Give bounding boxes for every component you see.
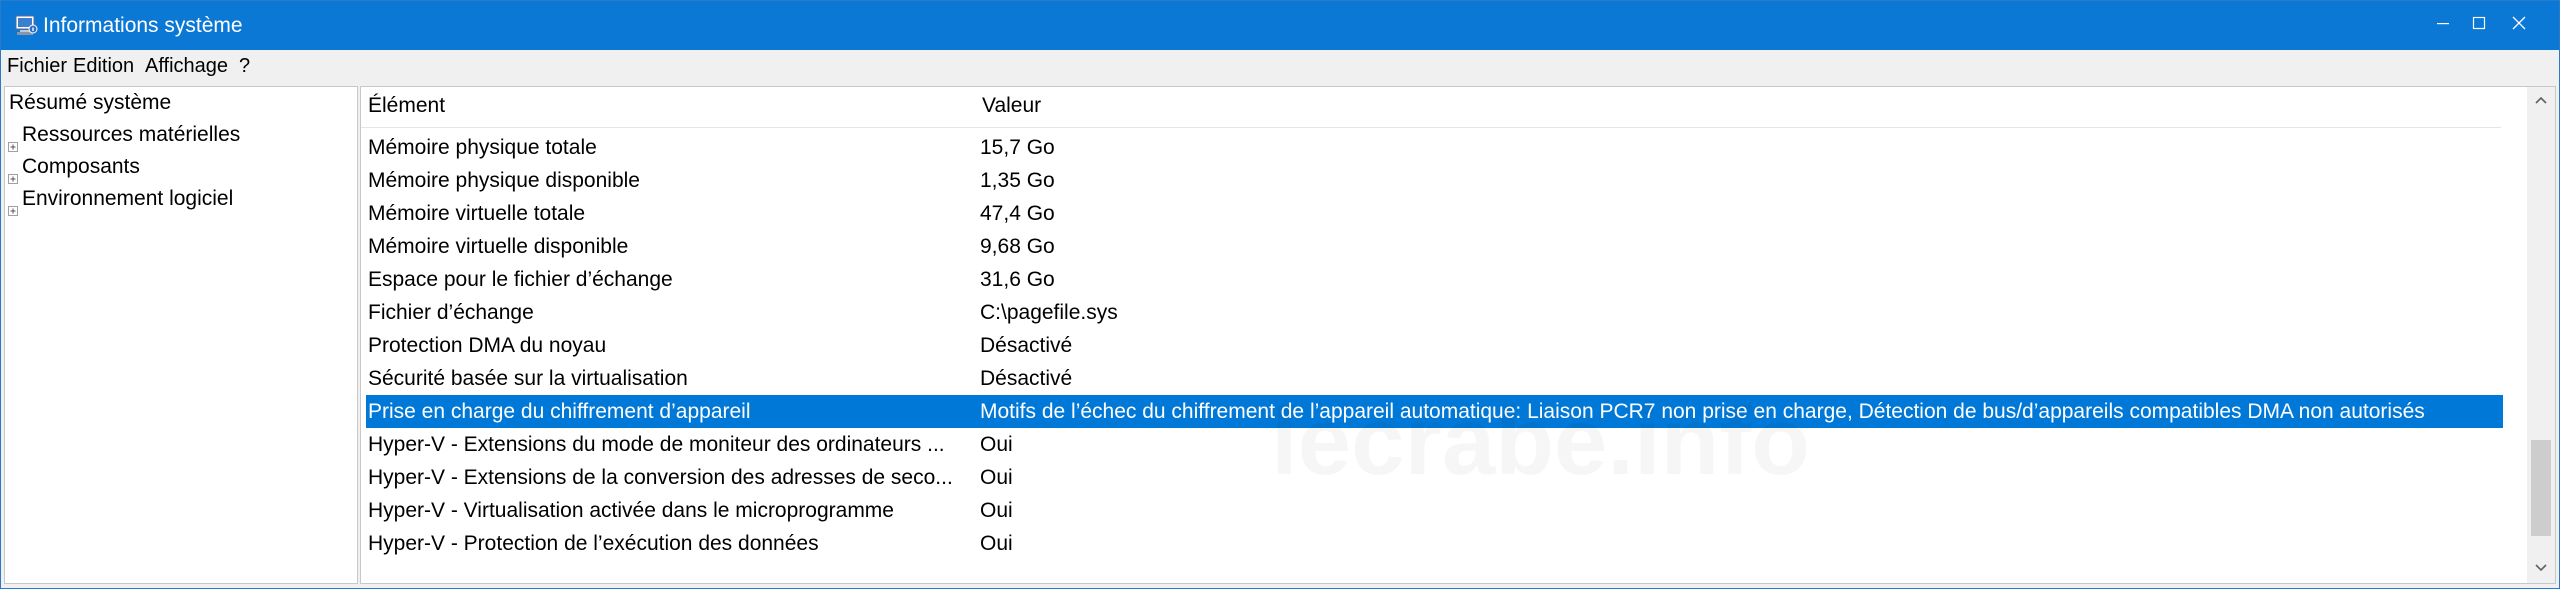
- tree-item-hardware-resources[interactable]: Ressources matérielles: [5, 119, 241, 152]
- row-element-cell: Fichier d’échange: [368, 301, 534, 324]
- table-row[interactable]: Hyper-V - Extensions du mode de moniteur…: [366, 428, 2503, 461]
- menu-edition[interactable]: Edition: [73, 50, 134, 83]
- expand-plus-icon[interactable]: [8, 194, 18, 216]
- row-element-cell: Hyper-V - Extensions de la conversion de…: [368, 466, 953, 489]
- row-value-cell: 9,68 Go: [980, 235, 1055, 258]
- table-row[interactable]: Espace pour le fichier d’échange 31,6 Go: [366, 263, 2503, 296]
- tree-item-software-environment[interactable]: Environnement logiciel: [5, 183, 234, 216]
- row-value-cell: Oui: [980, 466, 1013, 489]
- row-element-cell: Mémoire virtuelle disponible: [368, 235, 629, 258]
- row-value-cell: Oui: [980, 433, 1013, 456]
- column-header-value[interactable]: Valeur: [982, 87, 1041, 125]
- menu-bar: Fichier Edition Affichage ?: [1, 50, 2559, 83]
- main-content: Résumé système Ressources matérielles Co…: [1, 83, 2559, 588]
- expand-plus-icon[interactable]: [8, 162, 18, 184]
- table-row[interactable]: Sécurité basée sur la virtualisation Désa…: [366, 362, 2503, 395]
- table-row[interactable]: Mémoire physique disponible 1,35 Go: [366, 164, 2503, 197]
- row-value-cell: Désactivé: [980, 367, 1073, 390]
- scroll-track[interactable]: [2531, 117, 2551, 553]
- system-info-icon: [14, 13, 38, 37]
- table-row[interactable]: Fichier d’échange C:\pagefile.sys: [366, 296, 2503, 329]
- row-value-cell: 15,7 Go: [980, 136, 1055, 159]
- row-element-cell: Mémoire virtuelle totale: [368, 202, 586, 225]
- tree-item-components[interactable]: Composants: [5, 151, 140, 184]
- table-row[interactable]: Hyper-V - Protection de l’exécution des …: [366, 527, 2503, 560]
- table-row[interactable]: Hyper-V - Virtualisation activée dans le…: [366, 494, 2503, 527]
- menu-help[interactable]: ?: [239, 50, 250, 83]
- category-tree[interactable]: Résumé système Ressources matérielles Co…: [4, 86, 358, 584]
- table-row[interactable]: Protection DMA du noyau Désactivé: [366, 329, 2503, 362]
- details-list[interactable]: Élément Valeur Mémoire physique totale 15…: [360, 86, 2556, 584]
- row-element-cell: Sécurité basée sur la virtualisation: [368, 367, 688, 390]
- row-element-cell: Prise en charge du chiffrement d’apparei…: [368, 400, 751, 423]
- row-value-cell: Oui: [980, 532, 1013, 555]
- row-element-cell: Hyper-V - Extensions du mode de moniteur…: [368, 433, 945, 456]
- expand-plus-icon[interactable]: [8, 130, 18, 152]
- tree-item-label: Environnement logiciel: [22, 187, 234, 210]
- menu-affichage[interactable]: Affichage: [145, 50, 228, 83]
- table-row[interactable]: Prise en charge du chiffrement d’apparei…: [366, 395, 2503, 428]
- header-divider: [361, 127, 2501, 128]
- row-value-cell: C:\pagefile.sys: [980, 301, 1118, 324]
- row-element-cell: Hyper-V - Protection de l’exécution des …: [368, 532, 819, 555]
- vertical-scrollbar[interactable]: [2527, 87, 2555, 583]
- title-bar[interactable]: Informations système: [1, 1, 2559, 50]
- row-value-cell: Désactivé: [980, 334, 1073, 357]
- row-value-cell: 1,35 Go: [980, 169, 1055, 192]
- window-title: Informations système: [43, 14, 243, 37]
- column-header-element[interactable]: Élément: [368, 87, 445, 125]
- table-row[interactable]: Hyper-V - Extensions de la conversion de…: [366, 461, 2503, 494]
- row-element-cell: Espace pour le fichier d’échange: [368, 268, 673, 291]
- chevron-up-icon: [2534, 92, 2548, 110]
- scroll-down-button[interactable]: [2527, 555, 2555, 583]
- row-value-cell: 47,4 Go: [980, 202, 1055, 225]
- row-element-cell: Mémoire physique totale: [368, 136, 597, 159]
- tree-item-label: Ressources matérielles: [22, 123, 241, 146]
- row-value-cell: 31,6 Go: [980, 268, 1055, 291]
- row-value-cell: Motifs de l’échec du chiffrement de l’ap…: [980, 400, 2425, 423]
- close-button[interactable]: [2481, 1, 2557, 50]
- row-element-cell: Hyper-V - Virtualisation activée dans le…: [368, 499, 894, 522]
- scroll-up-button[interactable]: [2527, 87, 2555, 115]
- tree-item-label: Résumé système: [9, 91, 172, 114]
- table-row[interactable]: Mémoire virtuelle disponible 9,68 Go: [366, 230, 2503, 263]
- menu-fichier[interactable]: Fichier: [7, 50, 67, 83]
- close-icon: [2511, 15, 2527, 36]
- tree-item-label: Composants: [22, 155, 140, 178]
- row-element-cell: Protection DMA du noyau: [368, 334, 607, 357]
- system-info-window: Informations système Fichier Edition Aff…: [0, 0, 2560, 589]
- chevron-down-icon: [2534, 560, 2548, 578]
- row-element-cell: Mémoire physique disponible: [368, 169, 640, 192]
- table-row[interactable]: Mémoire virtuelle totale 47,4 Go: [366, 197, 2503, 230]
- row-value-cell: Oui: [980, 499, 1013, 522]
- tree-item-system-summary[interactable]: Résumé système: [9, 87, 171, 119]
- table-row[interactable]: Mémoire physique totale 15,7 Go: [366, 131, 2503, 164]
- scroll-thumb[interactable]: [2531, 440, 2551, 536]
